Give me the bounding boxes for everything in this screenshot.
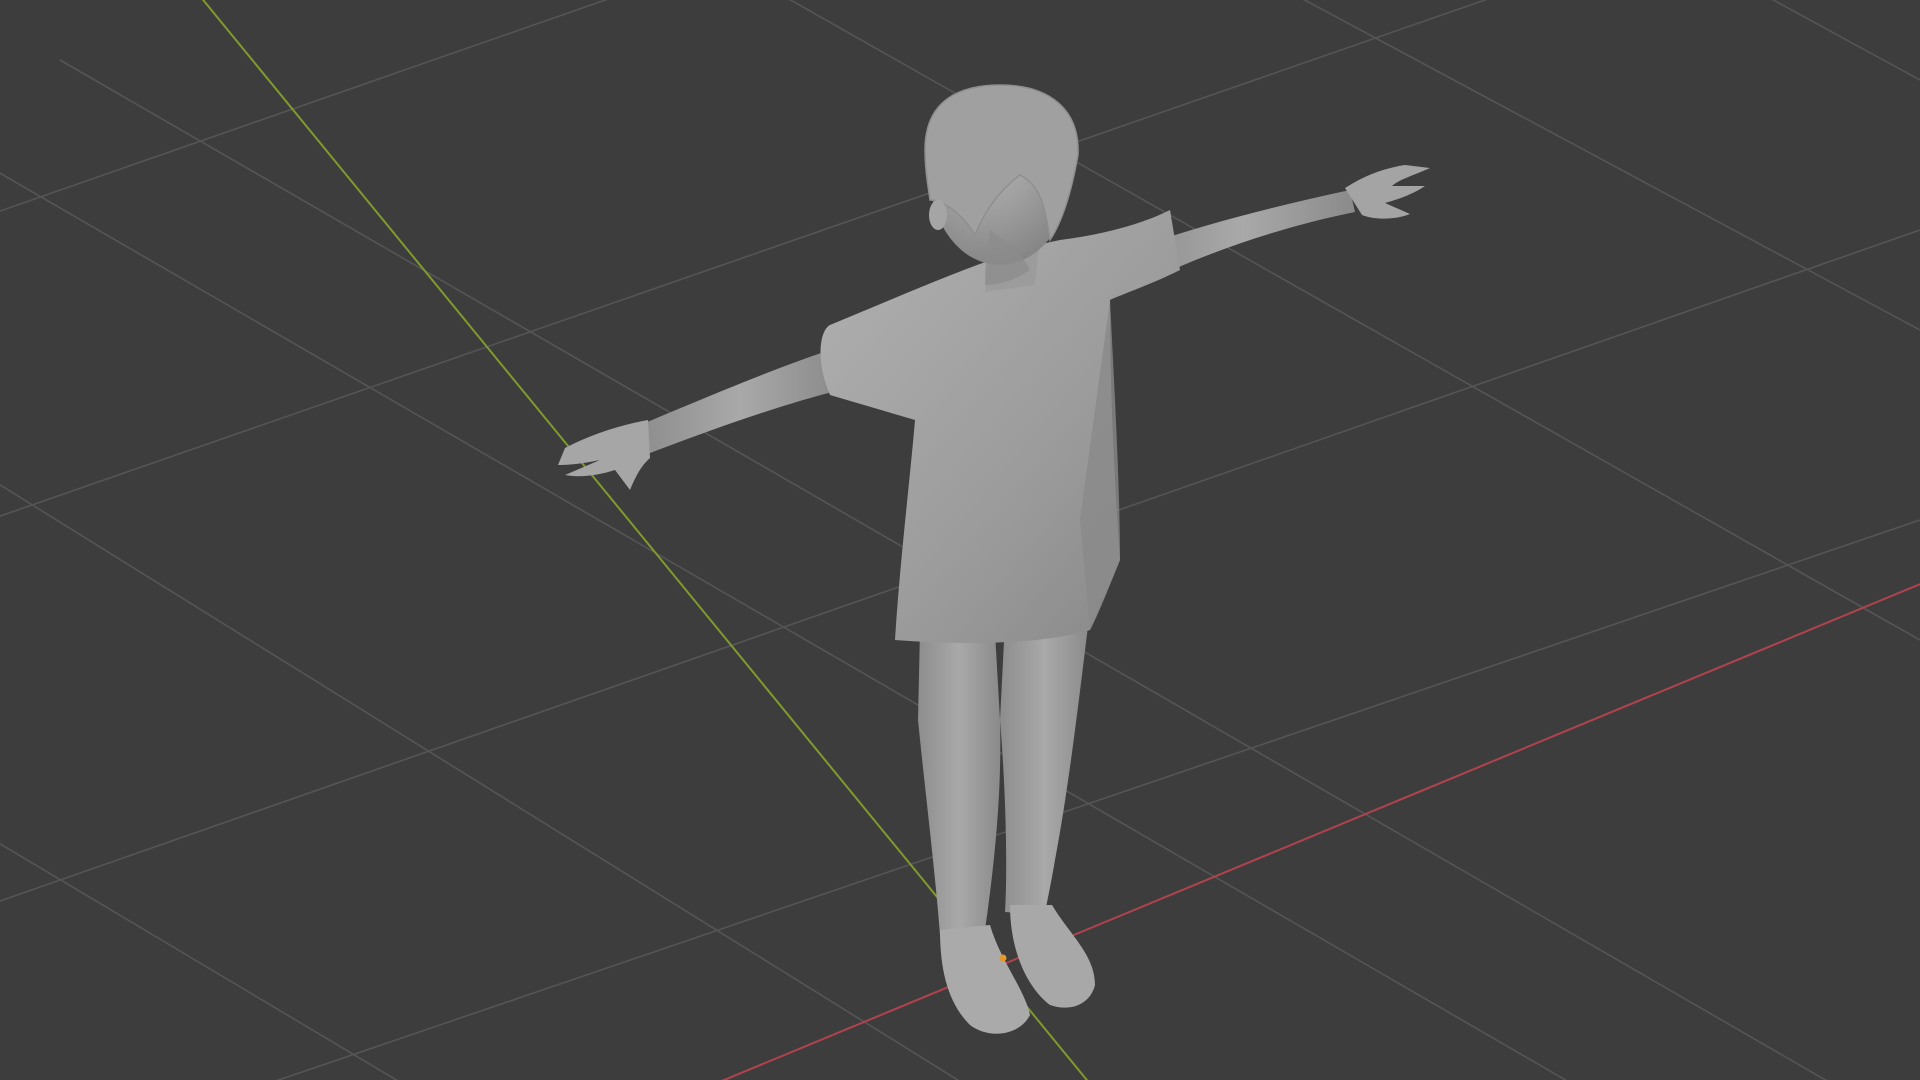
left-arm[interactable] [640, 350, 840, 455]
character-mesh[interactable] [558, 84, 1430, 1034]
right-leg[interactable] [1000, 610, 1090, 915]
3d-viewport[interactable] [0, 0, 1920, 1080]
right-shoe[interactable] [1010, 905, 1095, 1008]
viewport-canvas[interactable] [0, 0, 1920, 1080]
object-origin-marker[interactable] [999, 954, 1007, 962]
left-hand[interactable] [558, 420, 650, 490]
right-hand[interactable] [1345, 165, 1430, 219]
ear [929, 200, 947, 230]
